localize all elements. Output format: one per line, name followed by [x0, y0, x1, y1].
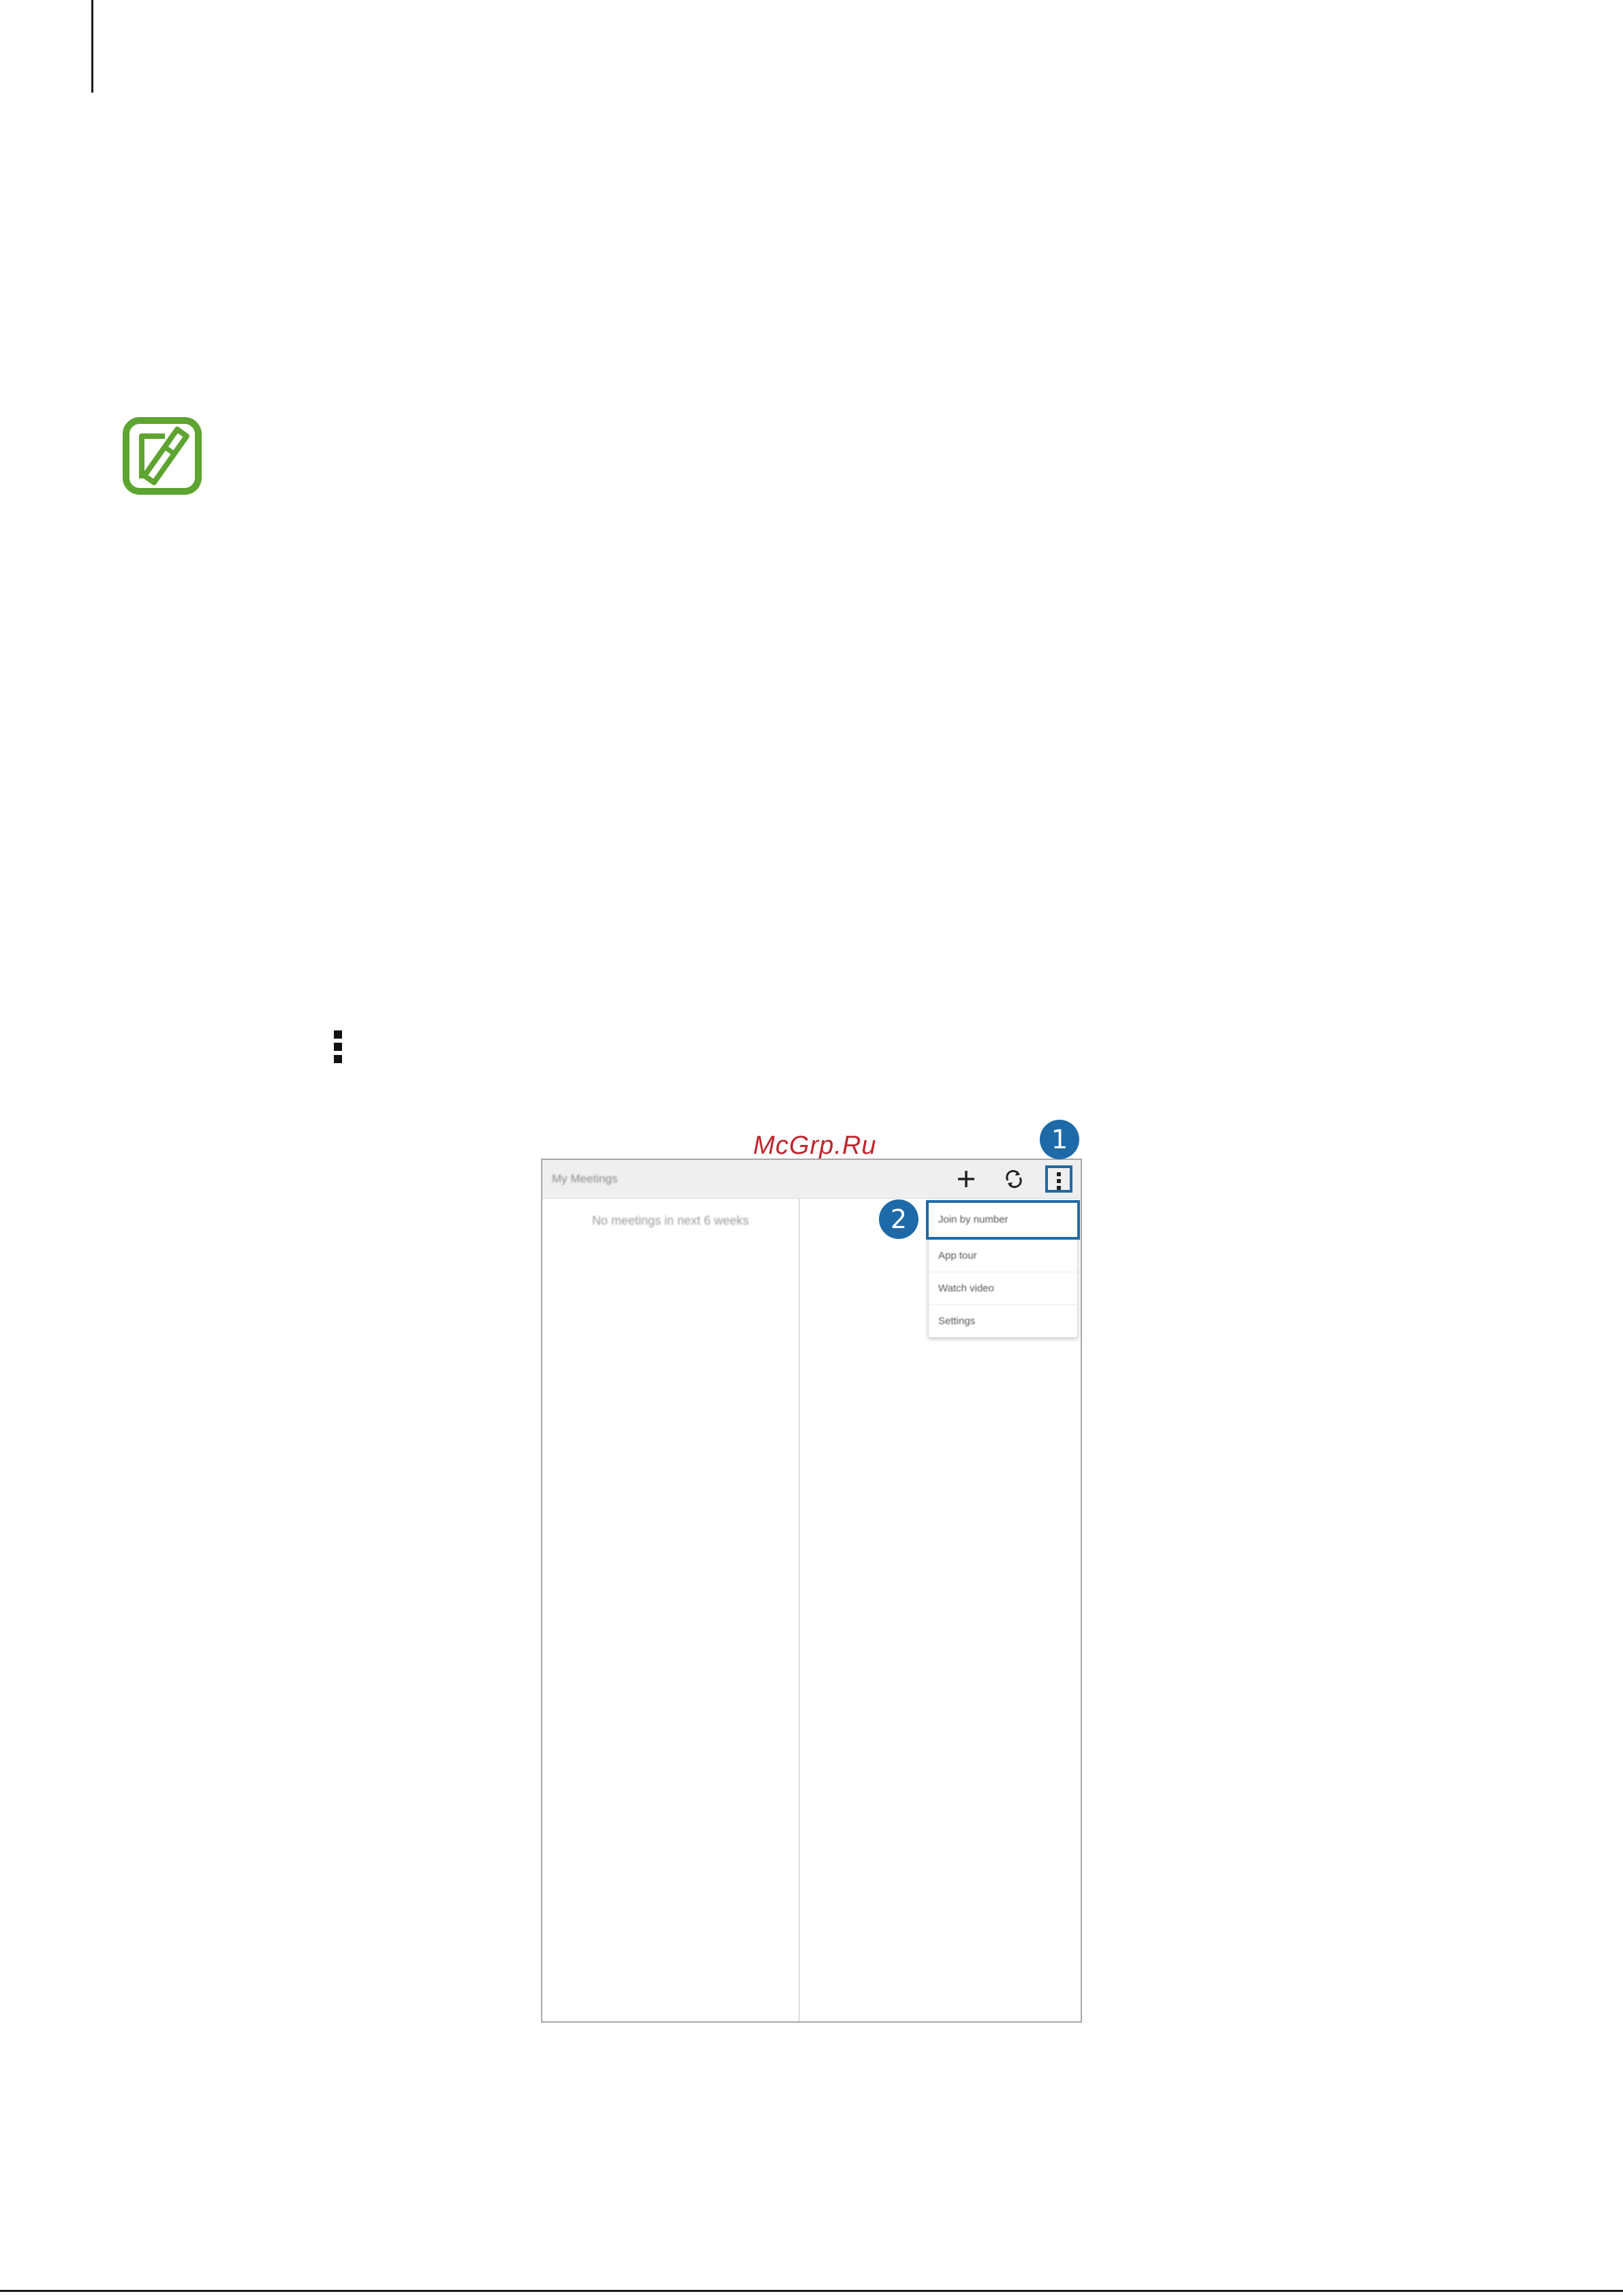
menu-item-watch-video[interactable]: Watch video [929, 1272, 1077, 1305]
app-title: My Meetings [552, 1172, 618, 1185]
menu-item-label: App tour [938, 1250, 977, 1261]
menu-item-label: Join by number [938, 1214, 1008, 1225]
app-screenshot: My Meetings No meetings in next 6 weeks … [541, 1159, 1082, 2023]
callout-2: 2 [879, 1199, 918, 1239]
note-icon [123, 417, 202, 495]
page-bottom-rule [0, 2290, 1623, 2292]
menu-item-label: Watch video [938, 1283, 994, 1294]
page-margin-rule [91, 0, 93, 93]
empty-message: No meetings in next 6 weeks [591, 1214, 749, 1227]
callout-1: 1 [1040, 1120, 1079, 1159]
more-options-icon [334, 1030, 343, 1063]
overflow-menu: Join by number App tour Watch video Sett… [926, 1200, 1080, 1338]
menu-item-app-tour[interactable]: App tour [929, 1240, 1077, 1272]
watermark: McGrp.Ru [753, 1131, 877, 1160]
more-options-button[interactable] [1045, 1165, 1072, 1193]
menu-item-label: Settings [938, 1315, 976, 1327]
action-bar: My Meetings [542, 1160, 1081, 1199]
plus-icon[interactable] [954, 1167, 978, 1191]
meetings-list-pane: No meetings in next 6 weeks [542, 1199, 800, 2021]
refresh-icon[interactable] [1002, 1167, 1026, 1191]
menu-item-settings[interactable]: Settings [929, 1305, 1077, 1337]
menu-item-join-by-number[interactable]: Join by number [926, 1200, 1080, 1240]
